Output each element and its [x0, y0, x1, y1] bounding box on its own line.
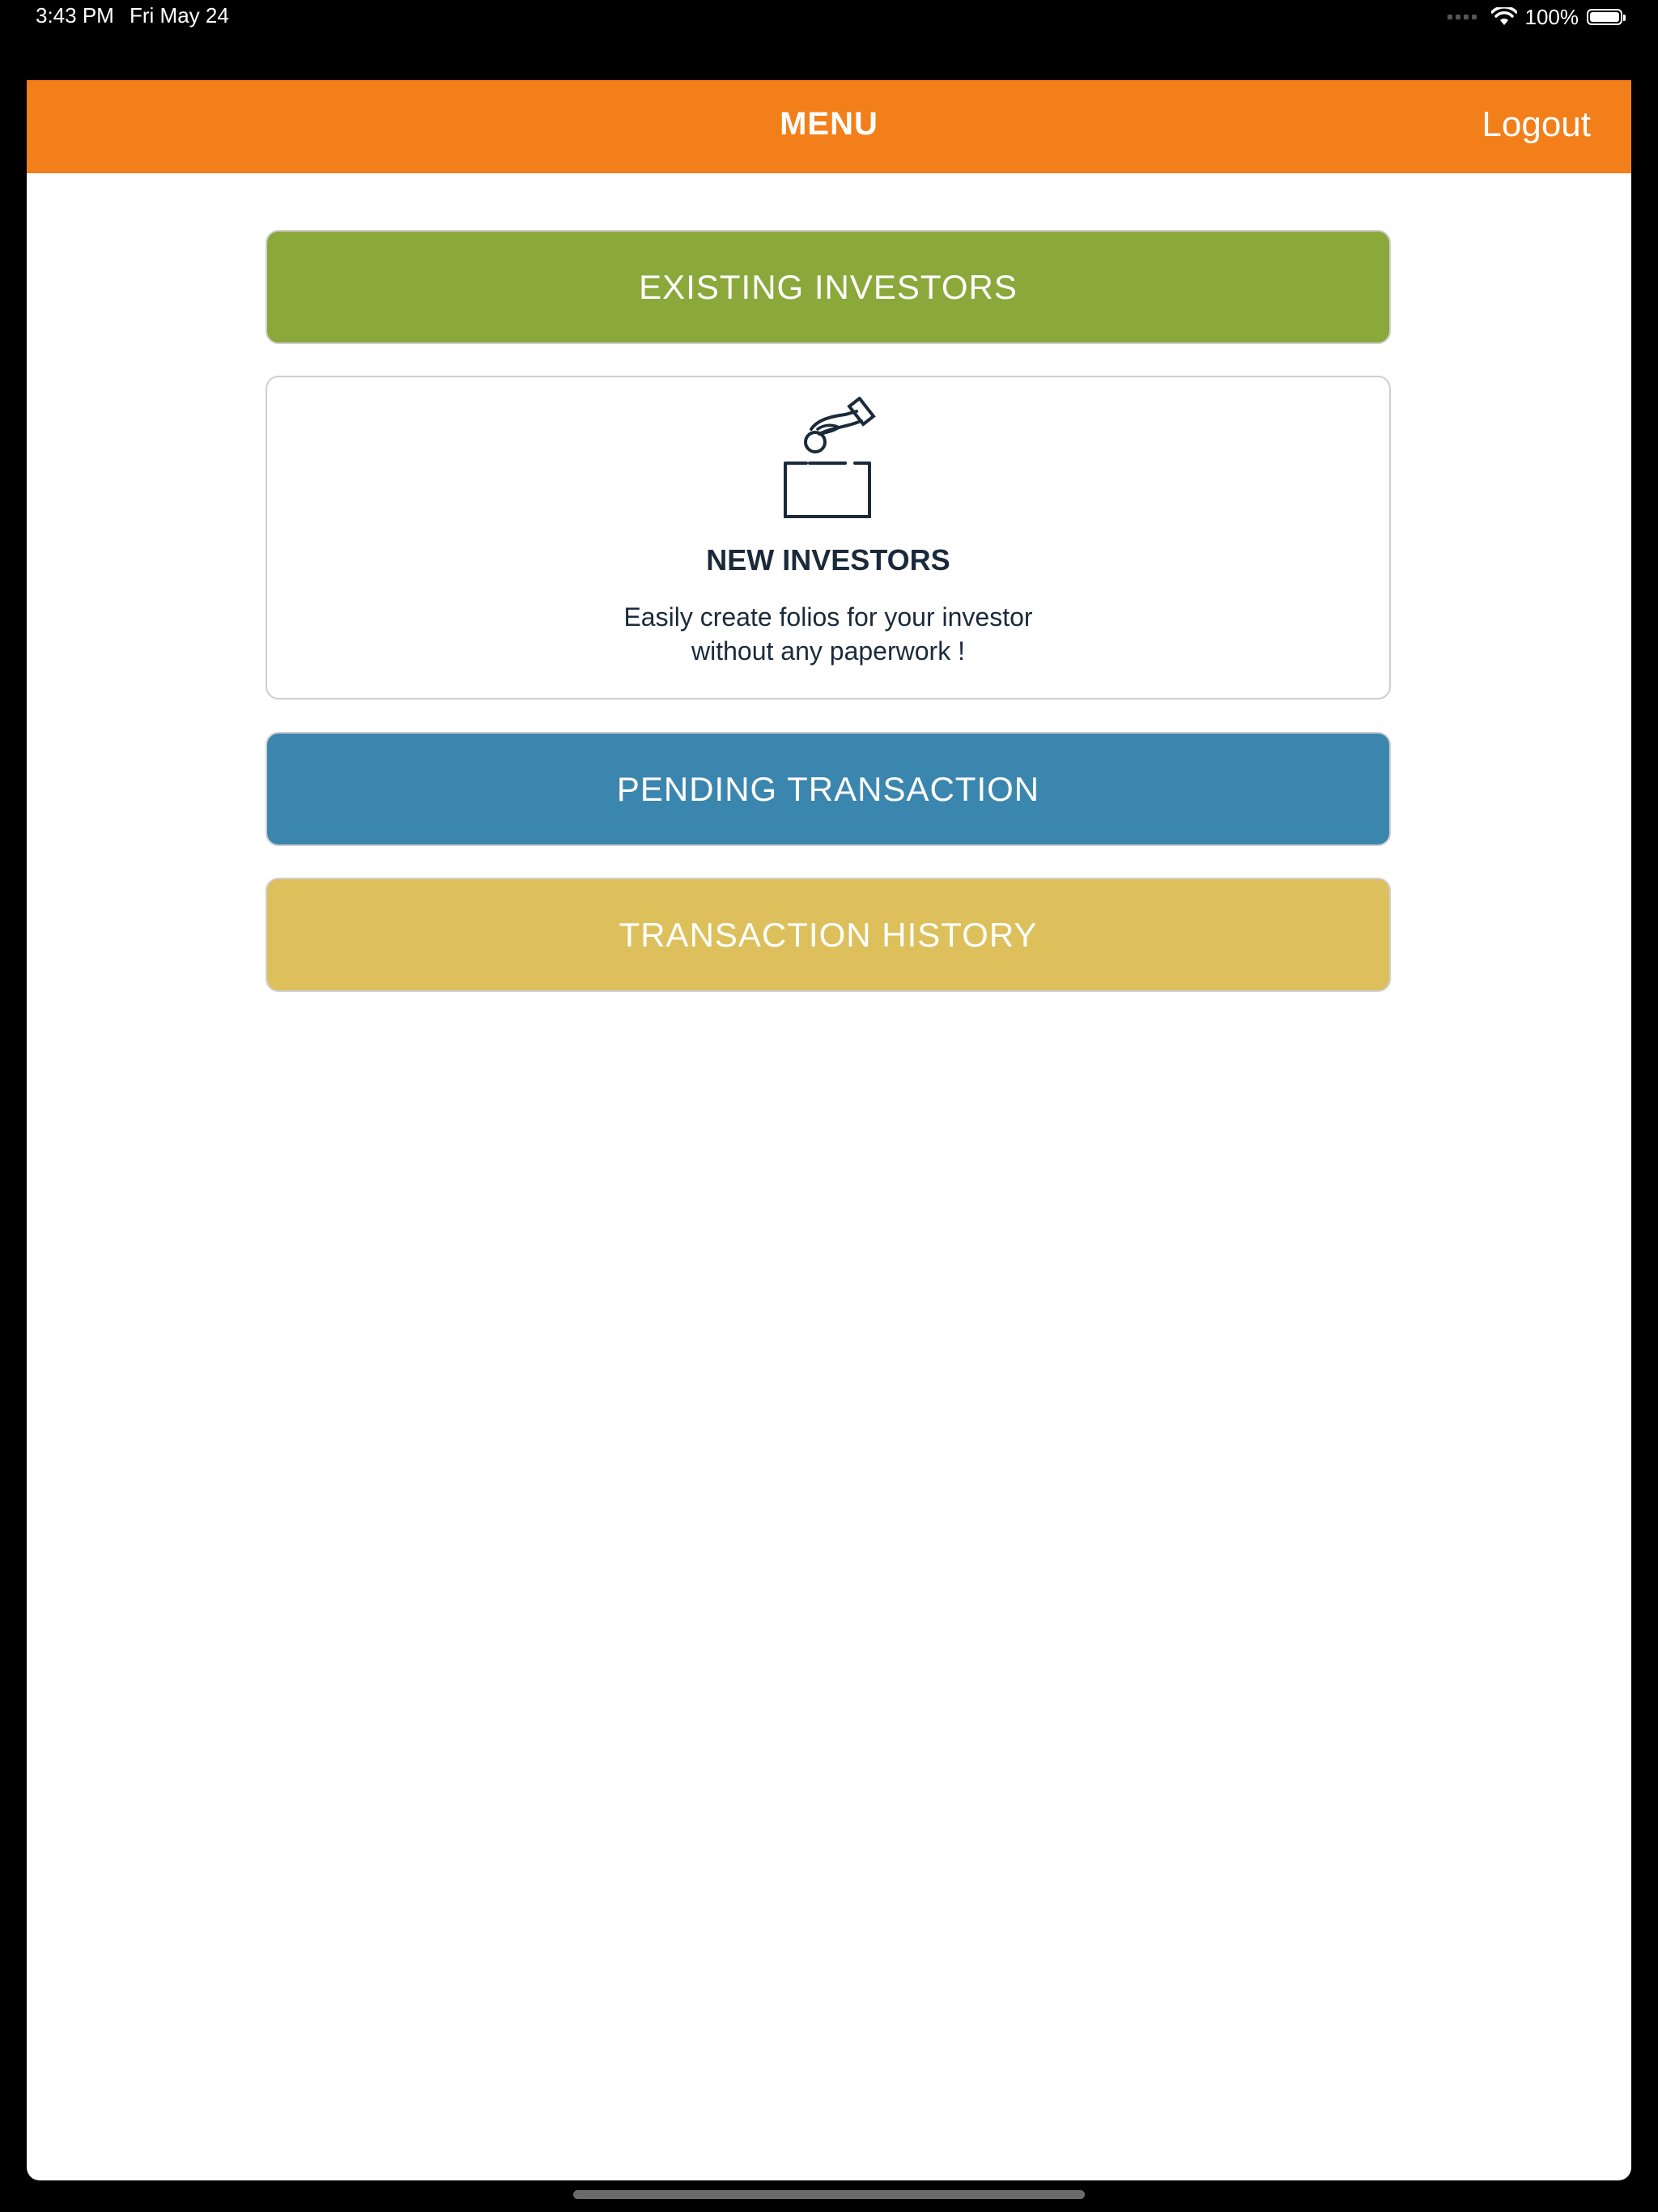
battery-icon — [1587, 9, 1626, 25]
status-date: Fri May 24 — [130, 3, 229, 28]
status-bar: 3:43 PM Fri May 24 100% — [0, 0, 1658, 79]
status-time: 3:43 PM — [36, 3, 114, 28]
logout-button[interactable]: Logout — [1482, 104, 1591, 145]
existing-investors-button[interactable]: EXISTING INVESTORS — [266, 230, 1391, 344]
header-bar: MENU Logout — [27, 80, 1631, 173]
status-indicators: 100% — [1447, 3, 1626, 31]
home-indicator[interactable] — [573, 2190, 1085, 2199]
new-investors-description-line-2: without any paperwork ! — [691, 636, 965, 666]
page-title: MENU — [780, 106, 878, 142]
hand-dropping-coin-into-box-icon — [784, 397, 876, 518]
app-window: MENU Logout EXISTING INVESTORS NEW INVES… — [27, 80, 1631, 2180]
pending-transaction-label: PENDING TRANSACTION — [616, 769, 1040, 808]
cellular-signal-icon — [1447, 15, 1477, 19]
new-investors-card[interactable]: NEW INVESTORS Easily create folios for y… — [266, 376, 1391, 700]
new-investors-title: NEW INVESTORS — [706, 543, 950, 576]
wifi-icon — [1490, 7, 1517, 25]
new-investors-description: Easily create folios for your investor w… — [267, 600, 1389, 668]
transaction-history-button[interactable]: TRANSACTION HISTORY — [266, 878, 1391, 992]
transaction-history-label: TRANSACTION HISTORY — [619, 915, 1038, 954]
battery-fill — [1590, 12, 1619, 22]
battery-percentage: 100% — [1524, 4, 1579, 29]
pending-transaction-button[interactable]: PENDING TRANSACTION — [266, 732, 1391, 846]
new-investors-description-line-1: Easily create folios for your investor — [623, 602, 1033, 632]
existing-investors-label: EXISTING INVESTORS — [639, 267, 1018, 306]
